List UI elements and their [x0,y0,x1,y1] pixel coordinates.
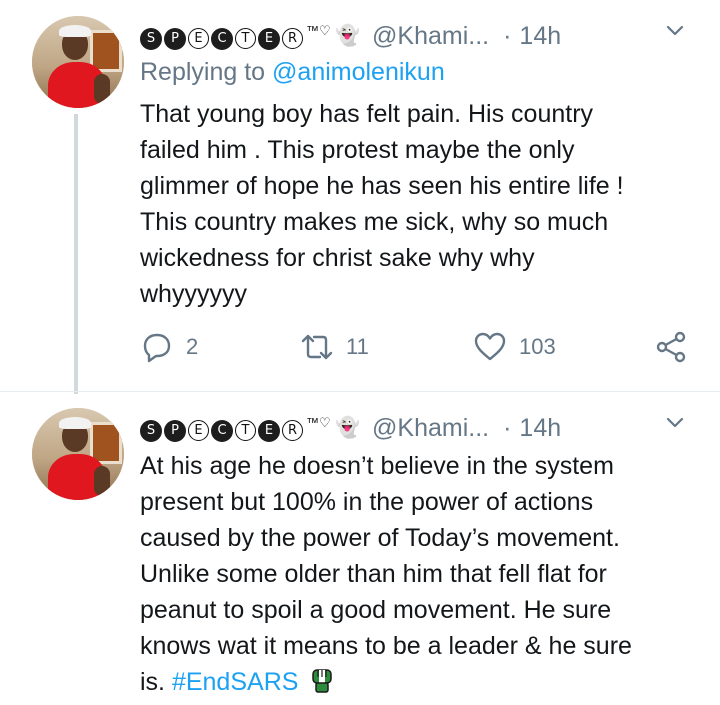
share-icon [656,331,686,363]
display-name[interactable]: S P E C T E R™♡ 👻 [140,23,372,50]
user-handle[interactable]: @Khami... [372,414,489,443]
reply-button[interactable]: 2 [140,330,198,364]
reply-count: 2 [186,334,199,359]
chevron-down-icon[interactable] [666,22,684,40]
tweet[interactable]: S P E C T E R™♡ 👻 @Khami... · 14h Replying to … [0,0,720,394]
tweet-text: At his age he doesn’t believe in the sys… [140,448,700,700]
retweet-count: 11 [346,334,369,359]
share-button[interactable] [654,330,688,364]
retweet-button[interactable]: 11 [300,330,369,364]
ghost-icon: 👻 [335,416,361,439]
separator-dot: · [503,21,512,50]
timestamp[interactable]: 14h [519,414,561,443]
chevron-down-icon[interactable] [666,414,684,432]
timestamp[interactable]: 14h [519,22,561,51]
last-line: is. #EndSARS [140,664,700,700]
tweet[interactable]: S P E C T E R™♡ 👻 @Khami... · 14h At his age h… [0,392,720,705]
tweet-actions: 2 11 103 [140,330,700,370]
raised-fist-icon [312,669,333,693]
user-handle[interactable]: @Khami... [372,22,489,51]
replying-to: Replying to @animolenikun [140,58,445,86]
avatar[interactable] [32,16,124,108]
hashtag-link[interactable]: #EndSARS [172,668,298,696]
tweet-header: S P E C T E R™♡ 👻 @Khami... · 14h [140,16,561,56]
like-count: 103 [519,334,556,359]
avatar[interactable] [32,408,124,500]
reply-icon [143,333,171,363]
separator-dot: · [503,413,512,442]
like-button[interactable]: 103 [473,330,556,364]
tweet-header: S P E C T E R™♡ 👻 @Khami... · 14h [140,408,561,448]
ghost-icon: 👻 [335,24,361,47]
tweet-text: That young boy has felt pain. His countr… [140,100,624,308]
retweet-icon [301,334,333,360]
display-name[interactable]: S P E C T E R™♡ 👻 [140,415,372,442]
thread-connector-line [74,114,78,394]
like-icon [474,332,506,361]
mention-link[interactable]: @animolenikun [272,58,445,86]
